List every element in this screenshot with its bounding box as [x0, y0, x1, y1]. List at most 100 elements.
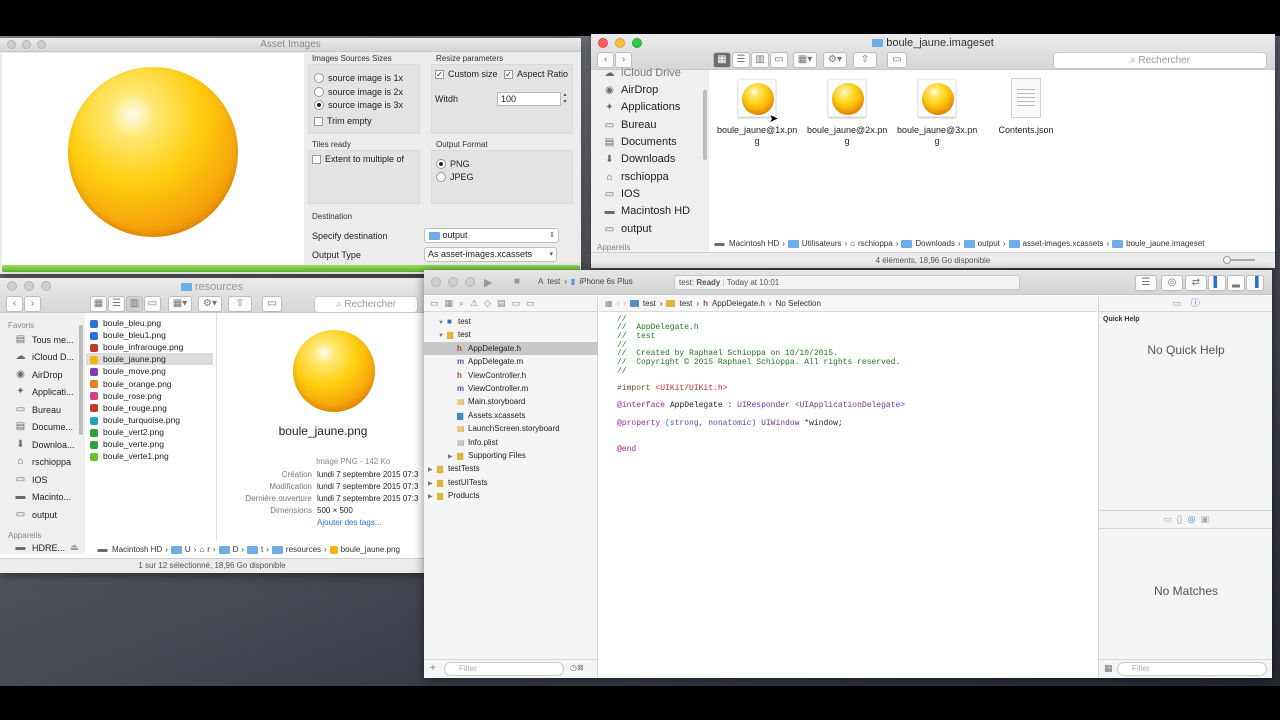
cover-flow-button[interactable]: ▭ — [144, 296, 161, 312]
forward-icon[interactable]: › — [623, 299, 626, 308]
sidebar-item-home[interactable]: ⌂ rschioppa — [603, 171, 668, 183]
file-name-2x[interactable]: boule_jaune@2x.pn g — [807, 125, 887, 147]
sidebar-item-bureau[interactable]: ▭ Bureau — [14, 404, 61, 415]
filter-input[interactable]: Filter — [444, 662, 564, 676]
file-list-item[interactable]: boule_bleu.png — [86, 317, 213, 329]
format-png-radio[interactable]: PNG — [436, 159, 470, 169]
sidebar-item-applications[interactable]: ✦ Applicati... — [14, 386, 73, 397]
share-icon[interactable]: ⇧ — [853, 52, 877, 68]
sidebar-item-downloads[interactable]: ⬇ Downloa... — [14, 439, 74, 450]
run-icon[interactable]: ▶ — [484, 276, 492, 289]
file-list-item[interactable]: boule_vert2.png — [86, 426, 213, 438]
sidebar-scrollbar[interactable] — [79, 325, 83, 435]
sidebar-item-output[interactable]: ▭ output — [14, 509, 57, 520]
library-tabs[interactable]: ▭ {} ◎ ▣ — [1099, 510, 1272, 529]
tags-icon[interactable]: ▭ — [262, 296, 282, 312]
file-name-1x[interactable]: boule_jaune@1x.pn g — [717, 125, 797, 147]
sidebar-item-airdrop[interactable]: ◉ AirDrop — [14, 369, 62, 380]
navigator-item[interactable]: ▤ Info.plist — [424, 436, 598, 449]
zoom-button[interactable] — [465, 277, 475, 287]
list-view-button[interactable]: ☰ — [108, 296, 125, 312]
sidebar-item-icloud[interactable]: ☁ iCloud D... — [14, 351, 75, 362]
width-stepper[interactable]: ▴ ▾ — [561, 92, 569, 106]
action-gear-icon[interactable]: ⚙▾ — [823, 52, 847, 68]
width-input[interactable]: 100 — [497, 92, 561, 106]
file-name-3x[interactable]: boule_jaune@3x.pn g — [897, 125, 977, 147]
debug-toggle-button[interactable]: ▂ — [1227, 275, 1245, 291]
navigator-item[interactable]: ▶ ▆ testTests — [424, 462, 598, 475]
recent-files-icon[interactable]: ◷⊠ — [570, 663, 584, 672]
icon-view-button[interactable]: ▦ — [713, 52, 731, 68]
sidebar-item-downloads[interactable]: ⬇ Downloads — [603, 153, 675, 165]
forward-button[interactable]: › — [24, 296, 41, 312]
file-list-item[interactable]: boule_rouge.png — [86, 402, 213, 414]
source-option-3x[interactable]: source image is 3x — [314, 100, 403, 110]
file-list-item[interactable]: boule_infrarouge.png — [86, 341, 213, 353]
file-list-item[interactable]: boule_orange.png — [86, 378, 213, 390]
aspect-ratio-checkbox[interactable]: ✓ Aspect Ratio — [504, 69, 568, 79]
sidebar-item-home[interactable]: ⌂ rschioppa — [14, 456, 71, 467]
grid-view-icon[interactable]: ▦ — [1104, 663, 1113, 674]
sidebar-item-bureau[interactable]: ▭ Bureau — [603, 119, 657, 131]
sidebar-item-documents[interactable]: ▤ Docume... — [14, 421, 73, 432]
sidebar-item-airdrop[interactable]: ◉ AirDrop — [603, 84, 658, 96]
standard-editor-button[interactable]: ☰ — [1135, 275, 1157, 291]
navigator-tabs[interactable]: ▭▦⌕⚠◇▤▭▭ — [424, 295, 598, 312]
extent-checkbox[interactable]: Extent to multiple of — [312, 154, 404, 164]
arrange-button[interactable]: ▦▾ — [793, 52, 817, 68]
icon-view-button[interactable]: ▦ — [90, 296, 107, 312]
sidebar-item-documents[interactable]: ▤ Documents — [603, 136, 677, 148]
navigator-item[interactable]: ▶ ▆ Products — [424, 489, 598, 502]
destination-select[interactable]: output ⇕ — [424, 228, 559, 243]
scheme-selector[interactable]: Atest › ▮ iPhone 6s Plus — [538, 277, 633, 286]
cover-flow-button[interactable]: ▭ — [770, 52, 788, 68]
navigator-item[interactable]: h AppDelegate.h — [424, 341, 598, 355]
disclosure-triangle-icon[interactable]: ▶ — [428, 491, 437, 504]
back-button[interactable]: ‹ — [6, 296, 23, 312]
navigator-item[interactable]: ▶ ▆ Supporting Files — [424, 449, 598, 462]
navigator-item[interactable]: ▤ Main.storyboard — [424, 395, 598, 408]
file-icon-3x[interactable] — [918, 79, 956, 117]
icon-size-slider[interactable] — [1223, 256, 1255, 264]
search-input[interactable]: ⌕ Rechercher — [1053, 52, 1267, 69]
sidebar-item-ios[interactable]: ▭ IOS — [603, 188, 640, 200]
source-option-1x[interactable]: source image is 1x — [314, 73, 403, 83]
navigator-toggle-button[interactable]: ▌ — [1208, 275, 1226, 291]
navigator-item[interactable]: ▼ ■ test — [424, 315, 598, 328]
sidebar-item-macintosh-hd[interactable]: ▬ Macintosh HD — [603, 205, 691, 217]
sidebar-item-all[interactable]: ▤ Tous me... — [14, 334, 74, 345]
file-list-item[interactable]: boule_verte1.png — [86, 450, 213, 462]
back-icon[interactable]: ‹ — [617, 299, 620, 308]
version-editor-button[interactable]: ⇄ — [1185, 275, 1207, 291]
sidebar-item-applications[interactable]: ✦ Applications — [603, 101, 680, 113]
navigator-item[interactable]: ▼ ▆ test — [424, 328, 598, 341]
file-list-item[interactable]: boule_verte.png — [86, 438, 213, 450]
back-button[interactable]: ‹ — [597, 52, 614, 68]
file-list-item[interactable]: boule_turquoise.png — [86, 414, 213, 426]
output-type-select[interactable]: As asset-images.xcassets ▾ — [424, 247, 557, 262]
arrange-button[interactable]: ▦▾ — [168, 296, 192, 312]
minimize-button[interactable] — [448, 277, 458, 287]
file-list-item[interactable]: boule_rose.png — [86, 390, 213, 402]
add-icon[interactable]: + — [430, 663, 436, 674]
json-file-icon[interactable] — [1011, 78, 1041, 118]
action-gear-icon[interactable]: ⚙▾ — [198, 296, 222, 312]
navigator-item[interactable]: ▶ ▆ testUITests — [424, 476, 598, 489]
forward-button[interactable]: › — [615, 52, 632, 68]
file-list-item[interactable]: boule_move.png — [86, 365, 213, 377]
inspector-tabs[interactable]: ▭ ⓘ — [1099, 295, 1272, 312]
library-filter-input[interactable]: Filter — [1117, 662, 1267, 676]
sidebar-item-macintosh-hd[interactable]: ▬ Macinto... — [14, 491, 72, 502]
tags-icon[interactable]: ▭ — [887, 52, 907, 68]
share-icon[interactable]: ⇧ — [228, 296, 252, 312]
format-jpeg-radio[interactable]: JPEG — [436, 172, 474, 182]
source-option-2x[interactable]: source image is 2x — [314, 87, 403, 97]
close-button[interactable] — [431, 277, 441, 287]
navigator-item[interactable]: ▤ LaunchScreen.storyboard — [424, 422, 598, 435]
navigator-item[interactable]: m ViewController.m — [424, 382, 598, 395]
column-view-button[interactable]: ▥ — [126, 296, 143, 312]
file-icon-2x[interactable] — [828, 79, 866, 117]
custom-size-checkbox[interactable]: ✓ Custom size — [435, 69, 498, 79]
sidebar-scrollbar[interactable] — [703, 90, 707, 160]
column-view-button[interactable]: ▥ — [751, 52, 769, 68]
